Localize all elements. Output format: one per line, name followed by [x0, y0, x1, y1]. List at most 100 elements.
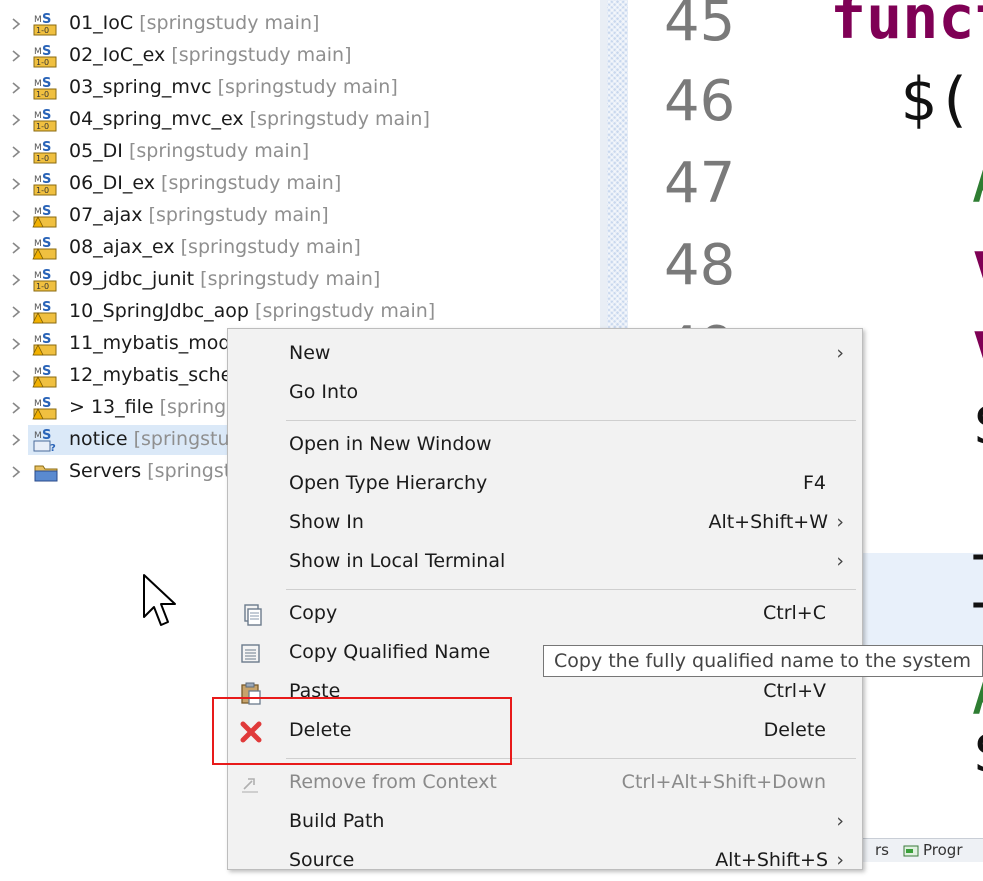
svg-text:M: M: [34, 399, 42, 409]
menu-item-label: New: [289, 342, 331, 364]
spring-project-icon: M S 1-0: [33, 140, 57, 164]
code-text: A: [972, 152, 983, 212]
chevron-right-icon[interactable]: [9, 142, 23, 162]
bottom-view-tabs: rs Progr: [861, 838, 983, 862]
chevron-right-icon[interactable]: [9, 14, 23, 34]
git-decoration: [springstudy main]: [249, 300, 436, 322]
submenu-arrow-icon: ›: [836, 511, 844, 533]
menu-item-go-into[interactable]: Go Into: [228, 374, 862, 413]
submenu-arrow-icon: ›: [836, 849, 844, 871]
chevron-right-icon[interactable]: [9, 462, 23, 482]
svg-text:M: M: [34, 367, 42, 377]
svg-text:1-0: 1-0: [36, 58, 49, 67]
project-name: 12_mybatis_sche: [69, 364, 233, 386]
spring-project-warning-icon: M S: [32, 300, 57, 324]
annotation-highlight-box: [212, 697, 512, 765]
spring-project-warning-icon: M S: [32, 396, 57, 420]
menu-item-show-in[interactable]: Show In Alt+Shift+W ›: [228, 504, 862, 543]
project-name: 09_jdbc_junit: [69, 268, 195, 290]
menu-item-copy[interactable]: Copy Ctrl+C: [228, 595, 862, 634]
tab-progress[interactable]: Progr: [923, 841, 963, 859]
menu-item-source[interactable]: Source Alt+Shift+S ›: [228, 842, 862, 881]
folder-icon: [34, 465, 58, 482]
menu-item-label: Source: [289, 849, 355, 871]
code-text: $: [972, 722, 983, 782]
spring-project-icon: M S 1-0: [33, 108, 57, 132]
tree-item-01-ioc[interactable]: M S 1-0 01_IoC [springstudy main]: [0, 8, 600, 40]
chevron-right-icon[interactable]: [9, 430, 23, 450]
menu-item-label: Show in Local Terminal: [289, 550, 506, 572]
menu-separator: [286, 589, 856, 590]
context-menu: New › Go Into Open in New Window Open Ty…: [227, 328, 863, 871]
tree-item-05-di[interactable]: M S 1-0 05_DI [springstudy main]: [0, 136, 600, 168]
chevron-right-icon[interactable]: [9, 206, 23, 226]
project-name: 03_spring_mvc: [69, 76, 212, 98]
git-decoration: [springstudy main]: [174, 236, 361, 258]
code-keyword: funct: [830, 0, 983, 53]
menu-item-label: Remove from Context: [289, 771, 497, 793]
menu-item-open-type-hierarchy[interactable]: Open Type Hierarchy F4: [228, 465, 862, 504]
menu-item-show-in-local-terminal[interactable]: Show in Local Terminal ›: [228, 543, 862, 582]
menu-item-open-in-new-window[interactable]: Open in New Window: [228, 426, 862, 465]
git-decoration: [springst: [141, 460, 232, 482]
menu-separator: [286, 420, 856, 421]
code-keyword: v: [972, 234, 983, 294]
menu-item-new[interactable]: New ›: [228, 335, 862, 374]
menu-item-label: Go Into: [289, 381, 359, 403]
menu-item-label: Open in New Window: [289, 433, 492, 455]
menu-item-label: Show In: [289, 511, 364, 533]
project-name: notice: [69, 428, 128, 450]
chevron-right-icon[interactable]: [9, 334, 23, 354]
progress-view-icon: [903, 845, 919, 857]
chevron-right-icon[interactable]: [9, 174, 23, 194]
spring-project-icon: M S 1-0: [33, 44, 57, 68]
chevron-right-icon[interactable]: [9, 398, 23, 418]
chevron-right-icon[interactable]: [9, 46, 23, 66]
svg-text:M: M: [34, 239, 42, 249]
chevron-right-icon[interactable]: [9, 110, 23, 130]
line-number: 46: [664, 69, 736, 134]
svg-text:M: M: [34, 111, 42, 121]
svg-text:M: M: [34, 271, 42, 281]
chevron-right-icon[interactable]: [9, 78, 23, 98]
svg-text:1-0: 1-0: [36, 154, 49, 163]
git-decoration: [springstudy main]: [211, 76, 398, 98]
project-name: > 13_file: [69, 396, 154, 418]
menu-item-label: Copy Qualified Name: [289, 641, 491, 663]
svg-text:M: M: [34, 15, 42, 25]
chevron-right-icon[interactable]: [9, 302, 23, 322]
tooltip: Copy the fully qualified name to the sys…: [543, 645, 983, 677]
tree-item-06-di-ex[interactable]: M S 1-0 06_DI_ex [springstudy main]: [0, 168, 600, 200]
menu-item-shortcut: Ctrl+C: [763, 602, 826, 624]
svg-text:1-0: 1-0: [36, 90, 49, 99]
spring-project-icon: M S 1-0: [33, 76, 57, 100]
svg-text:M: M: [34, 47, 42, 57]
tab-label-partial[interactable]: rs: [875, 841, 889, 859]
menu-item-build-path[interactable]: Build Path ›: [228, 803, 862, 842]
tree-item-07-ajax[interactable]: M S 07_ajax [springstudy main]: [0, 200, 600, 232]
chevron-right-icon[interactable]: [9, 366, 23, 386]
svg-text:1-0: 1-0: [36, 186, 49, 195]
tree-item-10-springjdbc-aop[interactable]: M S 10_SpringJdbc_aop [springstudy main]: [0, 296, 600, 328]
submenu-arrow-icon: ›: [836, 550, 844, 572]
line-number: 47: [664, 151, 736, 216]
menu-item-shortcut: F4: [802, 472, 826, 494]
tree-item-08-ajax-ex[interactable]: M S 08_ajax_ex [springstudy main]: [0, 232, 600, 264]
project-name: 06_DI_ex: [69, 172, 156, 194]
spring-project-icon: M S 1-0: [33, 12, 57, 36]
chevron-right-icon[interactable]: [9, 270, 23, 290]
code-text: $(: [900, 65, 973, 135]
menu-item-shortcut: Alt+Shift+W: [708, 511, 828, 533]
project-name: 11_mybatis_mod: [69, 332, 231, 354]
copy-icon: [244, 604, 262, 626]
tree-item-09-jdbc-junit[interactable]: M S 1-0 09_jdbc_junit [springstudy main]: [0, 264, 600, 296]
svg-text:M: M: [34, 79, 42, 89]
svg-text:M: M: [34, 175, 42, 185]
chevron-right-icon[interactable]: [9, 238, 23, 258]
menu-item-label: Open Type Hierarchy: [289, 472, 488, 494]
menu-item-remove-from-context[interactable]: Remove from Context Ctrl+Alt+Shift+Down: [228, 764, 862, 803]
tree-item-04-spring-mvc-ex[interactable]: M S 1-0 04_spring_mvc_ex [springstudy ma…: [0, 104, 600, 136]
tree-item-03-spring-mvc[interactable]: M S 1-0 03_spring_mvc [springstudy main]: [0, 72, 600, 104]
menu-item-shortcut: Ctrl+V: [763, 680, 826, 702]
tree-item-02-ioc-ex[interactable]: M S 1-0 02_IoC_ex [springstudy main]: [0, 40, 600, 72]
